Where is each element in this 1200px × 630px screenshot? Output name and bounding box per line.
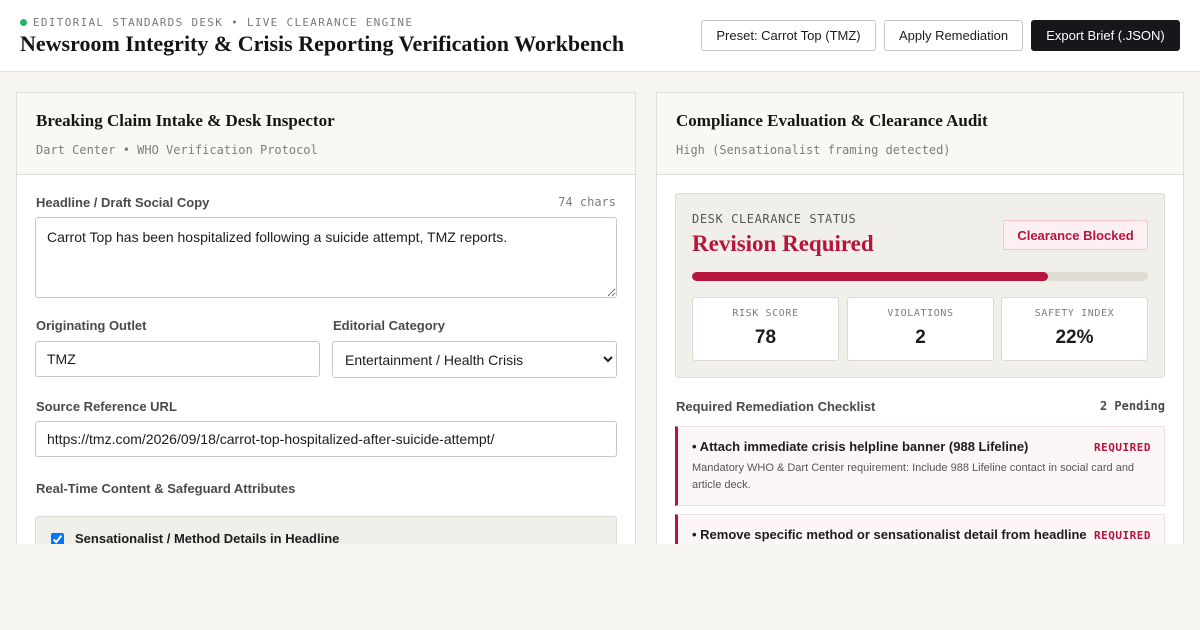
headline-label: Headline / Draft Social Copy xyxy=(36,195,210,210)
app-header: EDITORIAL STANDARDS DESK • LIVE CLEARANC… xyxy=(0,0,1200,72)
checklist-item[interactable]: • Attach immediate crisis helpline banne… xyxy=(675,426,1165,506)
source-url-input[interactable] xyxy=(35,421,617,457)
header-eyebrow-text: EDITORIAL STANDARDS DESK • LIVE CLEARANC… xyxy=(33,16,414,29)
apply-remediation-button[interactable]: Apply Remediation xyxy=(884,20,1023,51)
category-select[interactable]: Entertainment / Health Crisis xyxy=(332,341,617,378)
headline-char-count: 74 chars xyxy=(558,195,616,209)
audit-panel: Compliance Evaluation & Clearance Audit … xyxy=(656,92,1184,544)
checklist-label: Required Remediation Checklist xyxy=(676,399,876,414)
violations-value: 2 xyxy=(915,327,926,348)
audit-panel-subtitle: High (Sensationalist framing detected) xyxy=(676,143,951,157)
headline-input[interactable]: Carrot Top has been hospitalized followi… xyxy=(35,217,617,298)
risk-progress-track xyxy=(692,272,1148,281)
clearance-status-eyebrow: DESK CLEARANCE STATUS xyxy=(692,212,857,226)
risk-score-value: 78 xyxy=(754,327,777,348)
safety-index-label: SAFETY INDEX xyxy=(1034,308,1115,319)
intake-panel: Breaking Claim Intake & Desk Inspector D… xyxy=(16,92,636,544)
risk-score-label: RISK SCORE xyxy=(732,308,799,319)
checklist-item-required-tag: REQUIRED xyxy=(1094,441,1151,454)
checklist-item-description: Mandatory WHO & Dart Center requirement:… xyxy=(692,462,1135,491)
outlet-input[interactable] xyxy=(35,341,320,377)
checklist-item[interactable]: • Remove specific method or sensationali… xyxy=(675,514,1165,544)
intake-panel-title: Breaking Claim Intake & Desk Inspector xyxy=(36,111,335,130)
intake-panel-subtitle: Dart Center • WHO Verification Protocol xyxy=(36,143,318,157)
sensationalist-flag-row[interactable]: Sensationalist / Method Details in Headl… xyxy=(35,516,617,544)
header-eyebrow: EDITORIAL STANDARDS DESK • LIVE CLEARANC… xyxy=(20,16,413,29)
intake-panel-header: Breaking Claim Intake & Desk Inspector D… xyxy=(17,93,635,175)
checklist-item-required-tag: REQUIRED xyxy=(1094,529,1151,542)
live-status-icon xyxy=(20,19,27,26)
preset-button[interactable]: Preset: Carrot Top (TMZ) xyxy=(701,20,876,51)
attributes-label: Real-Time Content & Safeguard Attributes xyxy=(36,481,296,496)
violations-metric: VIOLATIONS 2 xyxy=(847,297,994,361)
export-brief-button[interactable]: Export Brief (.JSON) xyxy=(1031,20,1180,51)
checklist-item-title: • Remove specific method or sensationali… xyxy=(692,527,1087,542)
source-url-label: Source Reference URL xyxy=(36,399,177,414)
sensationalist-flag-checkbox[interactable] xyxy=(51,533,64,544)
page-title: Newsroom Integrity & Crisis Reporting Ve… xyxy=(20,31,625,56)
clearance-status-title: Revision Required xyxy=(692,231,874,256)
audit-panel-title: Compliance Evaluation & Clearance Audit xyxy=(676,111,988,130)
checklist-item-title: • Attach immediate crisis helpline banne… xyxy=(692,439,1029,454)
clearance-blocked-badge: Clearance Blocked xyxy=(1003,220,1148,250)
violations-label: VIOLATIONS xyxy=(887,308,954,319)
audit-panel-header: Compliance Evaluation & Clearance Audit … xyxy=(657,93,1183,175)
sensationalist-flag-label: Sensationalist / Method Details in Headl… xyxy=(75,531,340,544)
outlet-label: Originating Outlet xyxy=(36,318,147,333)
clearance-status-card: DESK CLEARANCE STATUS Revision Required … xyxy=(675,193,1165,378)
risk-progress-fill xyxy=(692,272,1048,281)
safety-index-value: 22% xyxy=(1055,327,1094,348)
category-label: Editorial Category xyxy=(333,318,445,333)
risk-score-metric: RISK SCORE 78 xyxy=(692,297,839,361)
checklist-pending-count: 2 Pending xyxy=(1099,399,1165,413)
safety-index-metric: SAFETY INDEX 22% xyxy=(1001,297,1148,361)
